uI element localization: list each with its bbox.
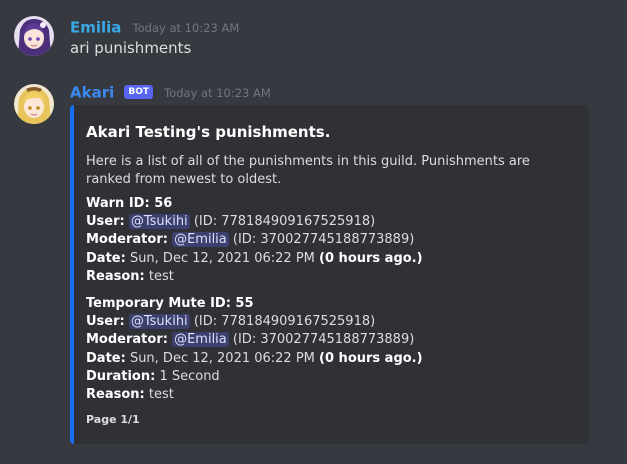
field-reason-line: Reason: test [86, 268, 576, 286]
date-value: Sun, Dec 12, 2021 06:22 PM [129, 250, 315, 266]
user-id: (ID: 778184909167525918) [193, 214, 376, 230]
user-label: User: [86, 314, 125, 330]
moderator-mention[interactable]: @Emilia [172, 232, 229, 248]
moderator-mention[interactable]: @Emilia [172, 332, 229, 348]
bot-badge: BOT [124, 84, 153, 99]
moderator-label: Moderator: [86, 332, 168, 348]
embed-field-warn: Warn ID: 56 User: @Tsukihi (ID: 77818490… [86, 195, 576, 286]
embed-description: Here is a list of all of the punishments… [86, 154, 530, 187]
message-content: ari punishments [70, 39, 192, 57]
date-ago: (0 hours ago.) [319, 250, 423, 266]
duration-value: 1 Second [159, 368, 220, 384]
embed-title: Akari Testing's punishments. [86, 123, 331, 141]
field-date-line: Date: Sun, Dec 12, 2021 06:22 PM (0 hour… [86, 250, 576, 268]
date-ago: (0 hours ago.) [319, 350, 423, 366]
field-name: Warn ID: 56 [86, 196, 173, 211]
field-moderator-line: Moderator: @Emilia (ID: 3700277451887738… [86, 231, 576, 249]
moderator-label: Moderator: [86, 232, 168, 248]
message-timestamp: Today at 10:23 AM [164, 85, 271, 100]
reason-label: Reason: [86, 268, 145, 284]
reason-label: Reason: [86, 387, 145, 403]
field-duration-line: Duration: 1 Second [86, 368, 576, 386]
field-moderator-line: Moderator: @Emilia (ID: 3700277451887738… [86, 331, 576, 349]
field-name: Temporary Mute ID: 55 [86, 296, 254, 311]
author-name[interactable]: Emilia [70, 19, 121, 37]
moderator-id: (ID: 370027745188773889) [232, 232, 415, 248]
field-date-line: Date: Sun, Dec 12, 2021 06:22 PM (0 hour… [86, 350, 576, 368]
emilia-avatar[interactable] [14, 16, 54, 56]
author-name[interactable]: Akari [70, 84, 114, 102]
user-mention[interactable]: @Tsukihi [128, 214, 190, 230]
message-header: Emilia Today at 10:23 AM [70, 17, 239, 37]
embed-field-mute: Temporary Mute ID: 55 User: @Tsukihi (ID… [86, 295, 576, 404]
message-timestamp: Today at 10:23 AM [132, 20, 240, 35]
duration-label: Duration: [86, 368, 156, 384]
message-header: Akari BOT Today at 10:23 AM [70, 82, 271, 102]
field-user-line: User: @Tsukihi (ID: 778184909167525918) [86, 313, 576, 331]
date-value: Sun, Dec 12, 2021 06:22 PM [129, 350, 315, 366]
embed: Akari Testing's punishments. Here is a l… [70, 105, 589, 444]
date-label: Date: [86, 350, 126, 366]
user-mention[interactable]: @Tsukihi [128, 314, 190, 330]
date-label: Date: [86, 250, 126, 266]
reason-value: test [148, 268, 174, 284]
embed-footer: Page 1/1 [86, 413, 140, 426]
reason-value: test [148, 387, 174, 403]
field-reason-line: Reason: test [86, 386, 576, 404]
field-user-line: User: @Tsukihi (ID: 778184909167525918) [86, 213, 576, 231]
moderator-id: (ID: 370027745188773889) [232, 332, 415, 348]
akari-avatar[interactable] [14, 84, 54, 124]
user-label: User: [86, 214, 125, 230]
user-id: (ID: 778184909167525918) [193, 314, 376, 330]
